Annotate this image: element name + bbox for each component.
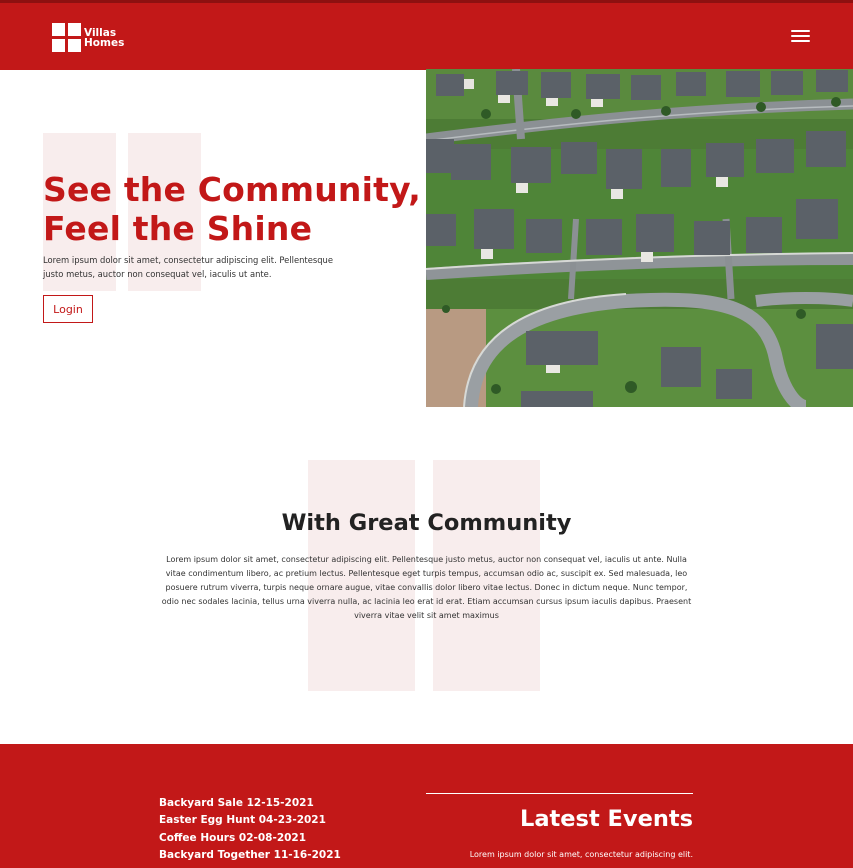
community-title: With Great Community [281, 510, 572, 536]
event-item[interactable]: Backyard Together 11-16-2021 [159, 847, 341, 864]
event-item[interactable]: Backyard Sale 12-15-2021 [159, 795, 341, 812]
logo-grid-icon [52, 23, 81, 52]
logo-line-2: Homes [84, 36, 125, 49]
events-description: Lorem ipsum dolor sit amet, consectetur … [469, 850, 693, 859]
events-divider [426, 793, 693, 794]
logo-text: Villas Homes [84, 26, 125, 49]
hero-title-line-1: See the Community, [43, 170, 421, 209]
event-item[interactable]: Coffee Hours 02-08-2021 [159, 830, 341, 847]
community-description: Lorem ipsum dolor sit amet, consectetur … [161, 555, 692, 620]
events-title: Latest Events [520, 806, 693, 832]
event-list: Backyard Sale 12-15-2021 Easter Egg Hunt… [159, 795, 341, 864]
logo-line-1: Villas [84, 26, 117, 39]
hero-description: Lorem ipsum dolor sit amet, consectetur … [43, 255, 333, 279]
aerial-neighborhood-illustration [426, 69, 853, 407]
site-header: Villas Homes [0, 0, 853, 70]
aerial-neighborhood-image [426, 69, 853, 407]
event-item[interactable]: Easter Egg Hunt 04-23-2021 [159, 812, 341, 829]
hero-title-line-2: Feel the Shine [43, 209, 313, 248]
login-button[interactable]: Login [43, 295, 93, 323]
hero-title: See the Community, Feel the Shine [43, 170, 423, 248]
events-section: Backyard Sale 12-15-2021 Easter Egg Hunt… [0, 744, 853, 868]
site-logo[interactable]: Villas Homes [52, 23, 124, 52]
hamburger-menu-icon[interactable] [791, 30, 810, 46]
